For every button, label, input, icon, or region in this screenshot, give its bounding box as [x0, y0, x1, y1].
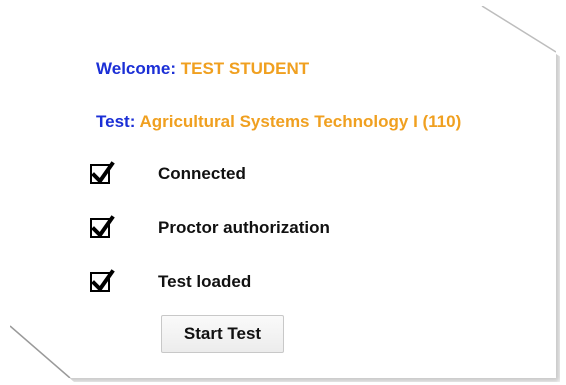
- checkbox-proctor-authorization: [90, 215, 115, 239]
- test-label: Test:: [96, 112, 136, 131]
- checklist-item-proctor-authorization: Proctor authorization: [90, 215, 330, 241]
- test-launch-panel: Welcome: TEST STUDENT Test: Agricultural…: [0, 0, 566, 385]
- checkmark-icon: [91, 215, 115, 239]
- checkmark-icon: [91, 269, 115, 293]
- checklist-label-connected: Connected: [158, 164, 246, 183]
- checkmark-icon: [91, 161, 115, 185]
- test-line: Test: Agricultural Systems Technology I …: [96, 112, 461, 132]
- checklist-label-proctor-authorization: Proctor authorization: [158, 218, 330, 237]
- checkbox-test-loaded: [90, 269, 115, 293]
- test-name: Agricultural Systems Technology I (110): [139, 112, 462, 131]
- checkbox-connected: [90, 161, 115, 185]
- welcome-label: Welcome:: [96, 59, 176, 78]
- start-test-button[interactable]: Start Test: [161, 315, 284, 353]
- welcome-line: Welcome: TEST STUDENT: [96, 59, 309, 79]
- checklist-label-test-loaded: Test loaded: [158, 272, 252, 291]
- student-name: TEST STUDENT: [180, 59, 310, 78]
- checklist-item-connected: Connected: [90, 161, 246, 187]
- checklist-item-test-loaded: Test loaded: [90, 269, 251, 295]
